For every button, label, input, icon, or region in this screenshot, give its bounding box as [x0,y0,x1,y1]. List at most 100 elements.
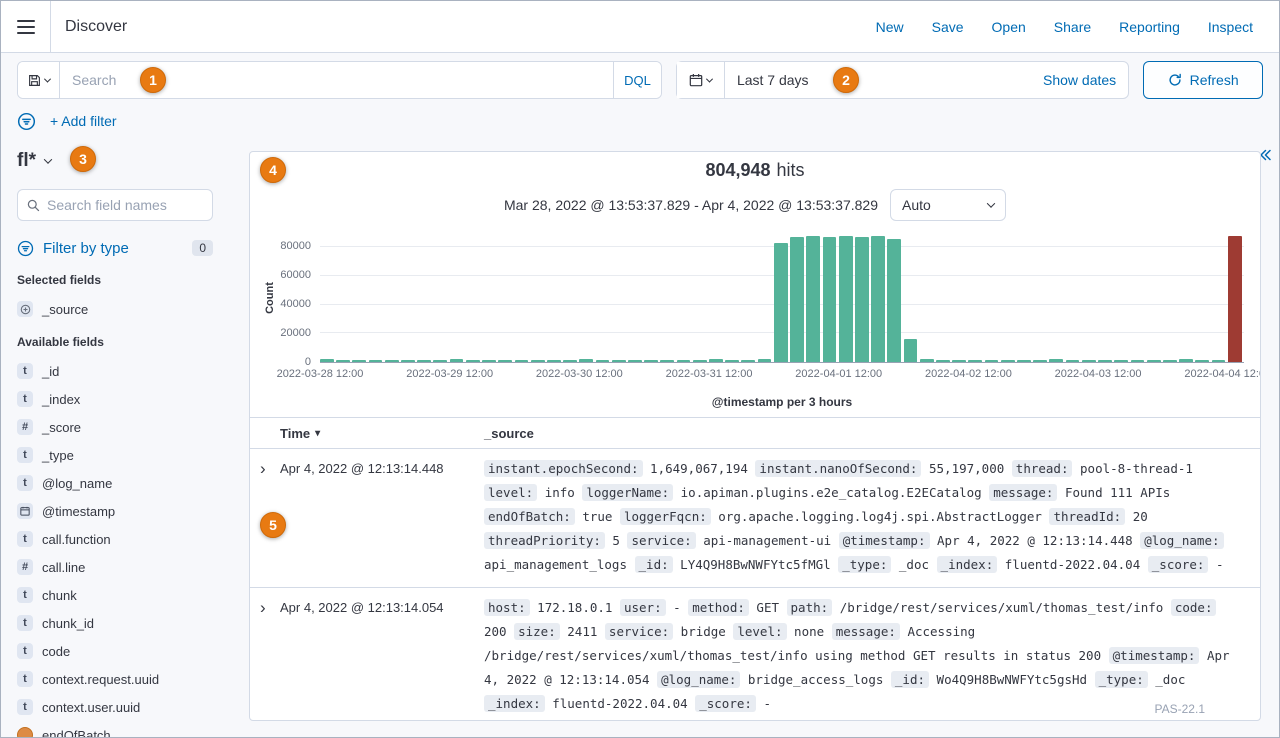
time-column-header[interactable]: Time ▾ [280,426,484,441]
histogram-bar[interactable] [952,360,966,362]
nav-inspect[interactable]: Inspect [1208,19,1253,35]
histogram-bar[interactable] [1098,360,1112,362]
time-range-value[interactable]: Last 7 days [725,72,821,88]
histogram-bar[interactable] [596,360,610,362]
refresh-button[interactable]: Refresh [1143,61,1263,99]
histogram-bar[interactable] [369,360,383,362]
main-menu-button[interactable] [1,1,51,52]
field-item-_source[interactable]: _source [17,295,213,323]
field-item-_score[interactable]: #_score [17,413,213,441]
saved-query-menu-button[interactable] [18,62,60,98]
histogram-bar[interactable] [450,359,464,362]
field-item-_index[interactable]: t_index [17,385,213,413]
histogram-bar[interactable] [1017,360,1031,362]
histogram-bar[interactable] [1131,360,1145,362]
field-item-@timestamp[interactable]: @timestamp [17,497,213,525]
histogram-plot [320,233,1244,363]
histogram-bar[interactable] [320,359,334,362]
histogram-bar[interactable] [498,360,512,362]
histogram-bar[interactable] [1001,360,1015,362]
histogram-bar[interactable] [401,360,415,362]
histogram-bar[interactable] [482,360,496,362]
histogram-bar[interactable] [644,360,658,362]
histogram-bar[interactable] [1049,359,1063,362]
field-item-code[interactable]: tcode [17,637,213,665]
nav-save[interactable]: Save [932,19,964,35]
histogram-bar[interactable] [823,237,837,362]
field-item-context.user.uuid[interactable]: tcontext.user.uuid [17,693,213,721]
show-dates-link[interactable]: Show dates [1043,72,1128,88]
field-item-_type[interactable]: t_type [17,441,213,469]
histogram-bar[interactable] [417,360,431,362]
histogram-bar[interactable] [839,236,853,362]
histogram-bar[interactable] [466,360,480,362]
histogram-bar[interactable] [628,360,642,362]
expand-row-icon[interactable]: › [260,457,280,481]
histogram-bar[interactable] [968,360,982,362]
field-item-endOfBatch[interactable]: endOfBatch [17,721,213,737]
histogram-bar[interactable] [758,359,772,362]
histogram-bar[interactable] [871,236,885,362]
histogram-bar[interactable] [1179,359,1193,362]
histogram-bar[interactable] [1082,360,1096,362]
interval-select[interactable]: Auto [890,189,1006,221]
field-item-context.request.uuid[interactable]: tcontext.request.uuid [17,665,213,693]
histogram-bar[interactable] [920,359,934,362]
nav-reporting[interactable]: Reporting [1119,19,1180,35]
histogram-bar[interactable] [741,360,755,362]
date-picker-menu-button[interactable] [677,62,725,98]
histogram-bar[interactable] [725,360,739,362]
histogram-bar[interactable] [855,237,869,362]
field-item-chunk[interactable]: tchunk [17,581,213,609]
histogram-bar[interactable] [904,339,918,362]
histogram-bar[interactable] [612,360,626,362]
save-query-icon [28,74,41,87]
histogram-bar[interactable] [547,360,561,362]
histogram-bar[interactable] [336,360,350,362]
histogram-bar[interactable] [1114,360,1128,362]
field-item-call.line[interactable]: #call.line [17,553,213,581]
histogram-bar[interactable] [806,236,820,362]
histogram-bar[interactable] [579,359,593,362]
index-pattern-select[interactable]: fl* [17,150,51,172]
field-item-@log_name[interactable]: t@log_name [17,469,213,497]
histogram-bar[interactable] [1147,360,1161,362]
source-field-key: host: [484,599,530,616]
histogram-bar[interactable] [1228,236,1242,362]
field-item-chunk_id[interactable]: tchunk_id [17,609,213,637]
nav-new[interactable]: New [876,19,904,35]
histogram-bar[interactable] [433,360,447,362]
add-filter-link[interactable]: + Add filter [50,113,117,129]
field-type-icon: t [17,699,33,715]
histogram-bar[interactable] [936,360,950,362]
expand-row-icon[interactable]: › [260,596,280,620]
nav-open[interactable]: Open [992,19,1026,35]
nav-share[interactable]: Share [1054,19,1091,35]
field-name: chunk [42,588,77,603]
histogram-bar[interactable] [887,239,901,362]
field-search-input[interactable] [47,197,203,213]
histogram-bar[interactable] [385,360,399,362]
histogram-bar[interactable] [515,360,529,362]
histogram-bar[interactable] [660,360,674,362]
filter-by-type-link[interactable]: Filter by type [43,240,129,257]
histogram-bar[interactable] [693,360,707,362]
histogram-bar[interactable] [531,360,545,362]
histogram-bar[interactable] [1066,360,1080,362]
field-item-_id[interactable]: t_id [17,357,213,385]
histogram-bar[interactable] [677,360,691,362]
dql-button[interactable]: DQL [613,62,661,98]
histogram-bar[interactable] [985,360,999,362]
source-field-value: Wo4Q9H8BwNWFYtc5gsHd [937,672,1088,687]
histogram-bar[interactable] [563,360,577,362]
histogram-bar[interactable] [1033,360,1047,362]
field-item-call.function[interactable]: tcall.function [17,525,213,553]
histogram-bar[interactable] [790,237,804,362]
histogram-bar[interactable] [1195,360,1209,362]
histogram-bar[interactable] [1163,360,1177,362]
histogram-bar[interactable] [352,360,366,362]
histogram-bar[interactable] [1212,360,1226,362]
histogram-bar[interactable] [774,243,788,362]
filter-menu-icon[interactable] [17,112,36,131]
histogram-bar[interactable] [709,359,723,362]
